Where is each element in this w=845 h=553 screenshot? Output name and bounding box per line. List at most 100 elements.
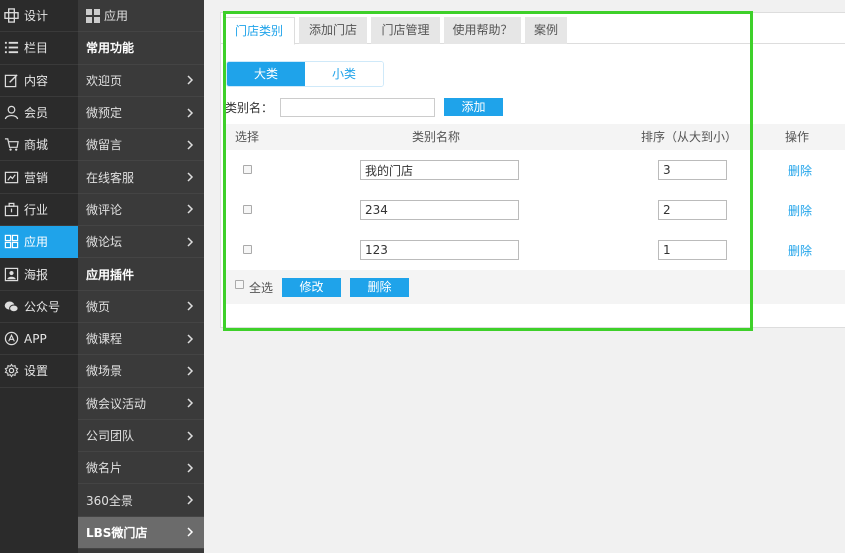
sidebar-item-meeting[interactable]: 微会议活动	[78, 388, 204, 420]
sidebar-item-label: 微会议活动	[86, 396, 147, 411]
chevron-right-icon	[187, 237, 194, 247]
sidebar-item-message[interactable]: 微留言	[78, 129, 204, 162]
nav-design[interactable]: 设计	[0, 0, 78, 33]
chevron-right-icon	[187, 398, 194, 408]
header-select: 选择	[235, 130, 260, 144]
apps-panel-title-label: 应用	[104, 9, 129, 24]
tab-bar: 门店类别 添加门店 门店管理 使用帮助？ 案例	[221, 13, 845, 45]
category-name-input[interactable]	[280, 97, 436, 117]
briefcase-icon	[3, 201, 20, 218]
table-row: 删除	[225, 190, 845, 230]
sidebar-item-course[interactable]: 微课程	[78, 323, 204, 356]
tab-help[interactable]: 使用帮助？	[444, 17, 521, 44]
nav-shop[interactable]: 商城	[0, 129, 78, 162]
big-category-button[interactable]: 大类	[227, 62, 305, 86]
chevron-right-icon	[187, 172, 194, 182]
app-icon	[3, 330, 20, 347]
sidebar-item-label: 微论坛	[86, 235, 123, 250]
chevron-right-icon	[187, 334, 194, 344]
sidebar-item-online-service[interactable]: 在线客服	[78, 161, 204, 194]
edit-button[interactable]: 修改	[282, 278, 341, 297]
sidebar-item-label: 微页	[86, 299, 111, 314]
sidebar-item-label: LBS微门店	[86, 525, 148, 540]
delete-selected-button[interactable]: 删除	[350, 278, 409, 297]
design-icon	[3, 7, 20, 24]
sidebar-item-forum[interactable]: 微论坛	[78, 226, 204, 259]
nav-content[interactable]: 内容	[0, 65, 78, 97]
sidebar-item-label: 微场景	[86, 364, 123, 379]
sidebar-item-label: 微预定	[86, 106, 123, 121]
category-name-label: 类别名：	[225, 100, 274, 115]
nav-official-account[interactable]: 公众号	[0, 291, 78, 323]
sidebar-item-comments[interactable]: 微评论	[78, 194, 204, 227]
section-heading-plugins: 应用插件	[78, 258, 204, 291]
category-name-field[interactable]	[360, 160, 519, 180]
add-button[interactable]: 添加	[444, 98, 504, 116]
header-name: 类别名称	[412, 130, 461, 144]
header-sort: 排序（从大到小）	[641, 130, 738, 144]
nav-label: 营销	[24, 170, 49, 185]
nav-settings[interactable]: 设置	[0, 355, 78, 388]
sort-order-field[interactable]	[658, 200, 727, 220]
row-checkbox[interactable]	[243, 165, 252, 174]
small-category-button[interactable]: 小类	[305, 62, 383, 86]
category-name-field[interactable]	[360, 240, 519, 260]
sidebar-item-business-card[interactable]: 微名片	[78, 452, 204, 485]
select-all-checkbox[interactable]	[235, 280, 244, 289]
category-level-toggle: 大类 小类	[226, 61, 384, 87]
sidebar-item-label: 在线客服	[86, 170, 135, 185]
chevron-right-icon	[187, 108, 194, 118]
nav-marketing[interactable]: 营销	[0, 161, 78, 194]
sidebar-item-panorama[interactable]: 360全景	[78, 484, 204, 517]
apps-grid-icon	[3, 233, 20, 250]
sidebar-item-scene[interactable]: 微场景	[78, 355, 204, 388]
tab-store-management[interactable]: 门店管理	[371, 17, 440, 44]
delete-link[interactable]: 删除	[788, 202, 812, 219]
tab-add-store[interactable]: 添加门店	[299, 17, 367, 44]
select-all-label[interactable]: 全选	[249, 279, 273, 296]
content-panel: 门店类别 添加门店 门店管理 使用帮助？ 案例 大类 小类 类别名： 添加 选择…	[220, 12, 845, 328]
sidebar-item-team[interactable]: 公司团队	[78, 420, 204, 453]
nav-columns[interactable]: 栏目	[0, 32, 78, 65]
nav-members[interactable]: 会员	[0, 97, 78, 130]
category-table: 选择 类别名称 排序（从大到小） 操作 删除 删除 删除	[225, 124, 845, 304]
sort-order-field[interactable]	[658, 160, 727, 180]
apps-panel-title: 应用	[78, 0, 204, 33]
nav-poster[interactable]: 海报	[0, 258, 78, 291]
chevron-right-icon	[187, 430, 194, 441]
gear-icon	[3, 362, 20, 379]
category-name-field[interactable]	[360, 200, 519, 220]
sidebar-item-lbs-store[interactable]: LBS微门店	[78, 516, 204, 550]
chevron-right-icon	[187, 463, 194, 473]
sidebar-item-micro-page[interactable]: 微页	[78, 291, 204, 323]
marketing-icon	[3, 169, 20, 186]
nav-apps[interactable]: 应用	[0, 226, 78, 259]
user-icon	[3, 104, 20, 121]
table-row: 删除	[225, 230, 845, 270]
nav-label: 应用	[24, 235, 49, 250]
nav-app[interactable]: APP	[0, 323, 78, 356]
chevron-right-icon	[187, 140, 194, 150]
delete-link[interactable]: 删除	[788, 162, 812, 179]
sidebar-item-label: 微留言	[86, 138, 123, 153]
chevron-right-icon	[187, 75, 194, 85]
table-footer: 全选 修改 删除	[225, 270, 845, 304]
sidebar-item-label: 微名片	[86, 461, 123, 476]
nav-label: APP	[24, 331, 47, 346]
sidebar-item-welcome[interactable]: 欢迎页	[78, 65, 204, 97]
row-checkbox[interactable]	[243, 245, 252, 254]
sidebar-item-label: 欢迎页	[86, 73, 123, 88]
nav-label: 栏目	[24, 41, 49, 56]
tab-cases[interactable]: 案例	[525, 17, 567, 44]
table-row: 删除	[225, 150, 845, 190]
sort-order-field[interactable]	[658, 240, 727, 260]
secondary-sidebar: 应用 常用功能 欢迎页 微预定 微留言 在线客服 微评论 微论坛 应用插件 微页…	[78, 0, 204, 553]
row-checkbox[interactable]	[243, 205, 252, 214]
tab-store-category[interactable]: 门店类别	[223, 17, 295, 45]
section-heading-common: 常用功能	[78, 32, 204, 65]
nav-industry[interactable]: 行业	[0, 194, 78, 227]
sidebar-item-reservation[interactable]: 微预定	[78, 97, 204, 130]
delete-link[interactable]: 删除	[788, 242, 812, 259]
nav-label: 内容	[24, 73, 49, 88]
main-area: 门店类别 添加门店 门店管理 使用帮助？ 案例 大类 小类 类别名： 添加 选择…	[204, 0, 845, 553]
